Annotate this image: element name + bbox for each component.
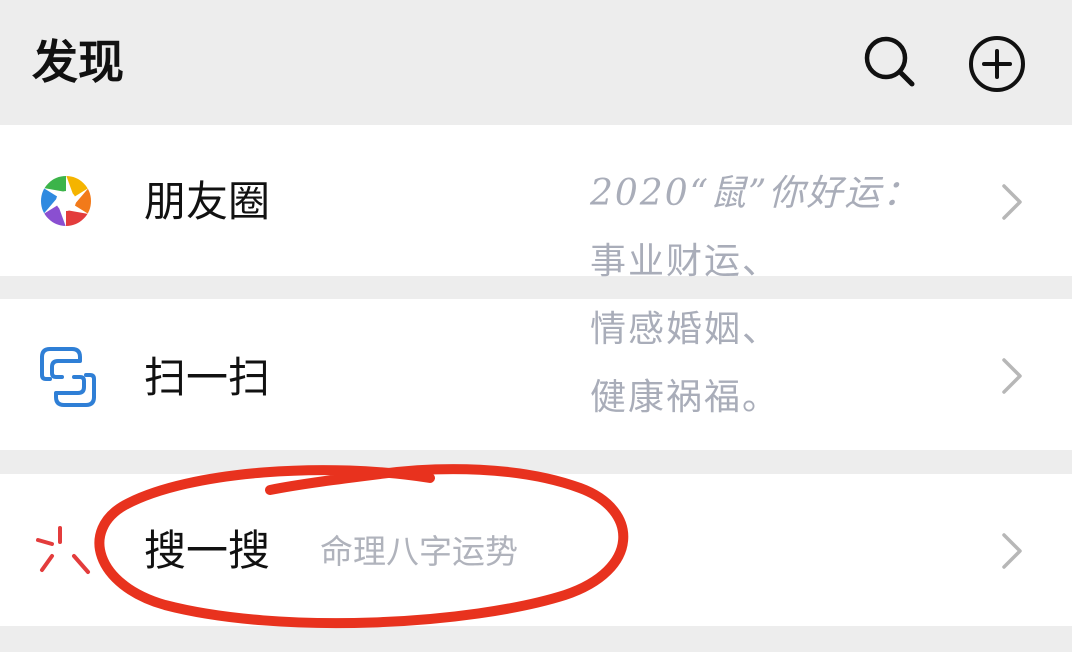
moments-aperture-icon [34,169,98,233]
chevron-right-icon [1002,533,1022,569]
top-bar: 发现 [0,0,1072,125]
list-item-label: 朋友圈 [144,177,271,226]
overlay-line: 健康祸福。 [590,377,781,418]
chevron-right-icon [1002,184,1022,220]
overlay-line: 情感婚姻、 [590,309,781,350]
search-sparkle-icon [34,524,98,588]
overlay-line: 事业财运、 [590,241,781,282]
overlay-line: 2020“鼠”你好运： [590,173,921,214]
list-item-search[interactable]: 搜一搜 命理八字运势 [0,474,1072,626]
search-button[interactable] [862,34,918,90]
page-title: 发现 [32,35,124,89]
plus-circle-icon [969,36,1025,92]
discover-page: 发现 朋友圈 扫一扫 搜一搜 命理八字运势 2020“鼠”你好运： 事业财运、 … [0,0,1072,652]
add-button[interactable] [968,34,1025,92]
list-item-label: 扫一扫 [144,353,271,402]
search-icon [864,36,915,87]
list-item-label: 搜一搜 [144,526,271,575]
scan-icon [36,345,100,409]
chevron-right-icon [1002,358,1022,394]
overlay-text: 2020“鼠”你好运： 事业财运、 情感婚姻、 健康祸福。 [590,160,950,432]
search-hint-text: 命理八字运势 [320,532,518,571]
